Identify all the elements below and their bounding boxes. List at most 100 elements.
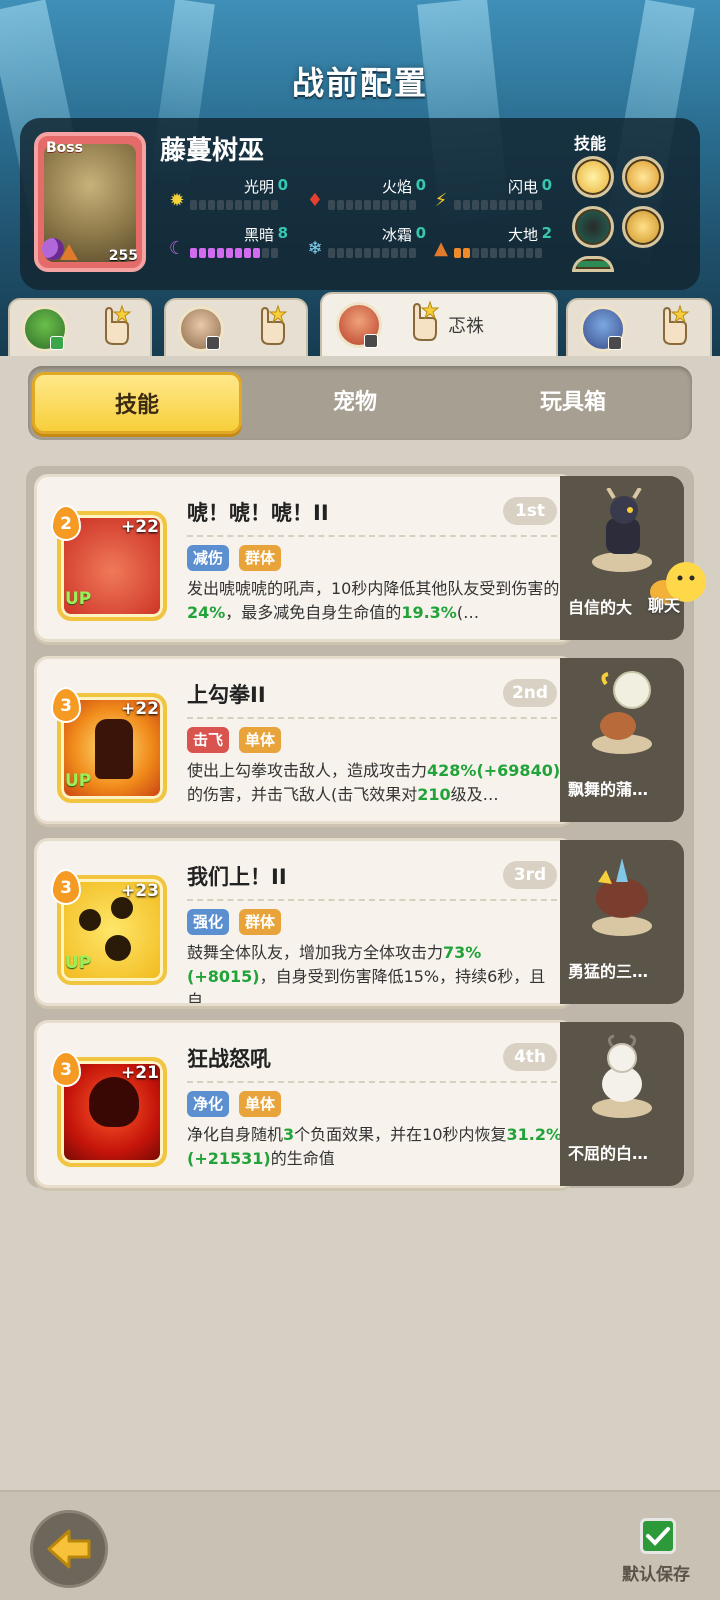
- stat-bar-segment: [454, 248, 461, 258]
- boss-skill-icon[interactable]: [622, 206, 664, 248]
- moon-icon: ☾: [168, 238, 186, 259]
- stat-bar-segment: [217, 200, 224, 210]
- desc-highlight: 428%(+69840): [427, 761, 561, 780]
- skill-level-badge: 2: [51, 505, 81, 541]
- stat-bar-segment: [526, 200, 533, 210]
- skill-description: 净化自身随机3个负面效果，并在10秒内恢复31.2%(+21531)的生命值: [187, 1123, 565, 1185]
- stat-bar-segment: [217, 248, 224, 258]
- stat-bar-segment: [226, 200, 233, 210]
- fist-icon: [95, 719, 133, 779]
- pet-slot[interactable]: 不屈的白…: [560, 1022, 684, 1186]
- desc-text: 个负面效果，并在10秒内恢复: [294, 1125, 507, 1144]
- stat-value: 0: [415, 176, 426, 194]
- skill-description: 鼓舞全体队友，增加我方全体攻击力73%(+8015)，自身受到伤害降低15%，持…: [187, 941, 565, 1003]
- stat-bar-segment: [508, 200, 515, 210]
- hero-tab[interactable]: [566, 298, 712, 360]
- stat-bar-segment: [517, 248, 524, 258]
- stat-bar-segment: [508, 248, 515, 258]
- skill-plus-value: +23: [121, 881, 159, 901]
- boss-skill-icon[interactable]: [622, 156, 664, 198]
- stat-label: 火焰: [381, 178, 412, 196]
- boss-skill-icon[interactable]: [572, 206, 614, 248]
- category-tabbar: 技能 宠物 玩具箱: [28, 366, 692, 440]
- stat-bar-segment: [409, 200, 416, 210]
- boss-skill-icon[interactable]: [572, 256, 614, 272]
- back-button[interactable]: [30, 1510, 108, 1588]
- rage-silhouette-icon: [89, 1077, 139, 1127]
- hero-tab[interactable]: [164, 298, 308, 360]
- pet-name: 不屈的白…: [568, 1144, 649, 1163]
- stat-bar-segment: [382, 200, 389, 210]
- stat-bar: [328, 200, 416, 210]
- hero-tab-active[interactable]: 忑祩: [320, 292, 558, 360]
- stat-bar-segment: [355, 200, 362, 210]
- back-arrow-icon: [47, 1529, 91, 1569]
- boss-tag: Boss: [46, 140, 83, 156]
- skill-card[interactable]: 3 +22 UP 上勾拳II 2nd 击飞 单体 使出上勾拳攻击敌人，造成攻击力…: [34, 656, 574, 824]
- skill-tag: 击飞: [187, 727, 230, 753]
- hand-star-icon: [663, 304, 690, 345]
- stat-value: 0: [541, 176, 552, 194]
- skill-up-tag: UP: [65, 953, 92, 973]
- boss-name: 藤蔓树巫: [160, 136, 265, 166]
- default-save-label: 默认保存: [622, 1565, 690, 1585]
- hero-name: 忑祩: [448, 316, 484, 337]
- skill-card[interactable]: 3 +23 UP 我们上！II 3rd 强化 群体 鼓舞全体队友，增加我方全体攻…: [34, 838, 574, 1006]
- hero-tab[interactable]: [8, 298, 152, 360]
- stat-bar-segment: [373, 248, 380, 258]
- desc-text: 使出上勾拳攻击敌人，造成攻击力: [187, 761, 428, 780]
- desc-text: ，最多减免自身生命值的: [225, 603, 402, 622]
- stat-bar-segment: [337, 248, 344, 258]
- earth-icon: ▲: [434, 238, 448, 259]
- skill-plus-value: +22: [121, 517, 159, 537]
- hand-star-icon: [261, 304, 288, 345]
- divider: [187, 535, 557, 537]
- stat-bar: [190, 200, 278, 210]
- boss-skill-icon[interactable]: [572, 156, 614, 198]
- stat-bar-segment: [490, 248, 497, 258]
- stat-bar-segment: [400, 200, 407, 210]
- skill-tag: 单体: [239, 727, 282, 753]
- stat-label: 黑暗: [243, 226, 274, 244]
- stat-bar-segment: [499, 200, 506, 210]
- stat-bar-segment: [346, 248, 353, 258]
- beast-pet-art: [592, 858, 652, 936]
- stat-bar-segment: [391, 200, 398, 210]
- stat-bar-segment: [199, 200, 206, 210]
- stat-bar-segment: [199, 248, 206, 258]
- tab-pets[interactable]: 宠物: [250, 372, 460, 434]
- tab-skills[interactable]: 技能: [32, 372, 242, 434]
- desc-text: 发出唬唬唬的吼声，10秒内降低其他队友受到伤害的: [187, 579, 560, 598]
- white-goat-pet-art: [592, 1034, 652, 1118]
- stat-bar-segment: [208, 248, 215, 258]
- skill-tag: 群体: [239, 545, 282, 571]
- chat-label[interactable]: 聊天: [648, 592, 680, 616]
- stat-light: ✹ 光明 0: [166, 176, 296, 216]
- stat-bar-segment: [271, 200, 278, 210]
- desc-highlight: 3: [283, 1125, 295, 1144]
- boss-portrait[interactable]: Boss 255: [34, 132, 146, 272]
- pet-slot[interactable]: 飘舞的蒲…: [560, 658, 684, 822]
- stat-bar-segment: [364, 200, 371, 210]
- check-icon: [646, 1527, 670, 1546]
- tab-toybox[interactable]: 玩具箱: [468, 372, 678, 434]
- default-save-checkbox[interactable]: [640, 1518, 676, 1554]
- skill-level-badge: 3: [51, 687, 81, 723]
- skill-plus-value: +21: [121, 1063, 159, 1083]
- stat-bar-segment: [208, 200, 215, 210]
- skill-card[interactable]: 3 +21 狂战怒吼 4th 净化 单体 净化自身随机3个负面效果，并在10秒内…: [34, 1020, 574, 1188]
- skill-title: 我们上！II: [187, 865, 287, 889]
- stat-bar-segment: [337, 200, 344, 210]
- stat-label: 大地: [507, 226, 538, 244]
- desc-highlight: 24%: [187, 603, 226, 622]
- skill-title: 狂战怒吼: [187, 1047, 271, 1071]
- stat-bar-segment: [235, 248, 242, 258]
- skill-tag: 群体: [239, 909, 282, 935]
- boss-info-panel: Boss 255 藤蔓树巫 ✹ 光明 0 ♦ 火焰 0 ⚡ 闪电 0 ☾ 黑暗 …: [20, 118, 700, 290]
- stat-bar-segment: [526, 248, 533, 258]
- stat-bar-segment: [517, 200, 524, 210]
- skill-card[interactable]: 2 +22 UP 唬！唬！唬！II 1st 减伤 群体 发出唬唬唬的吼声，10秒…: [34, 474, 574, 642]
- hand-star-icon: [105, 304, 132, 345]
- stat-bar-segment: [262, 200, 269, 210]
- pet-slot[interactable]: 勇猛的三…: [560, 840, 684, 1004]
